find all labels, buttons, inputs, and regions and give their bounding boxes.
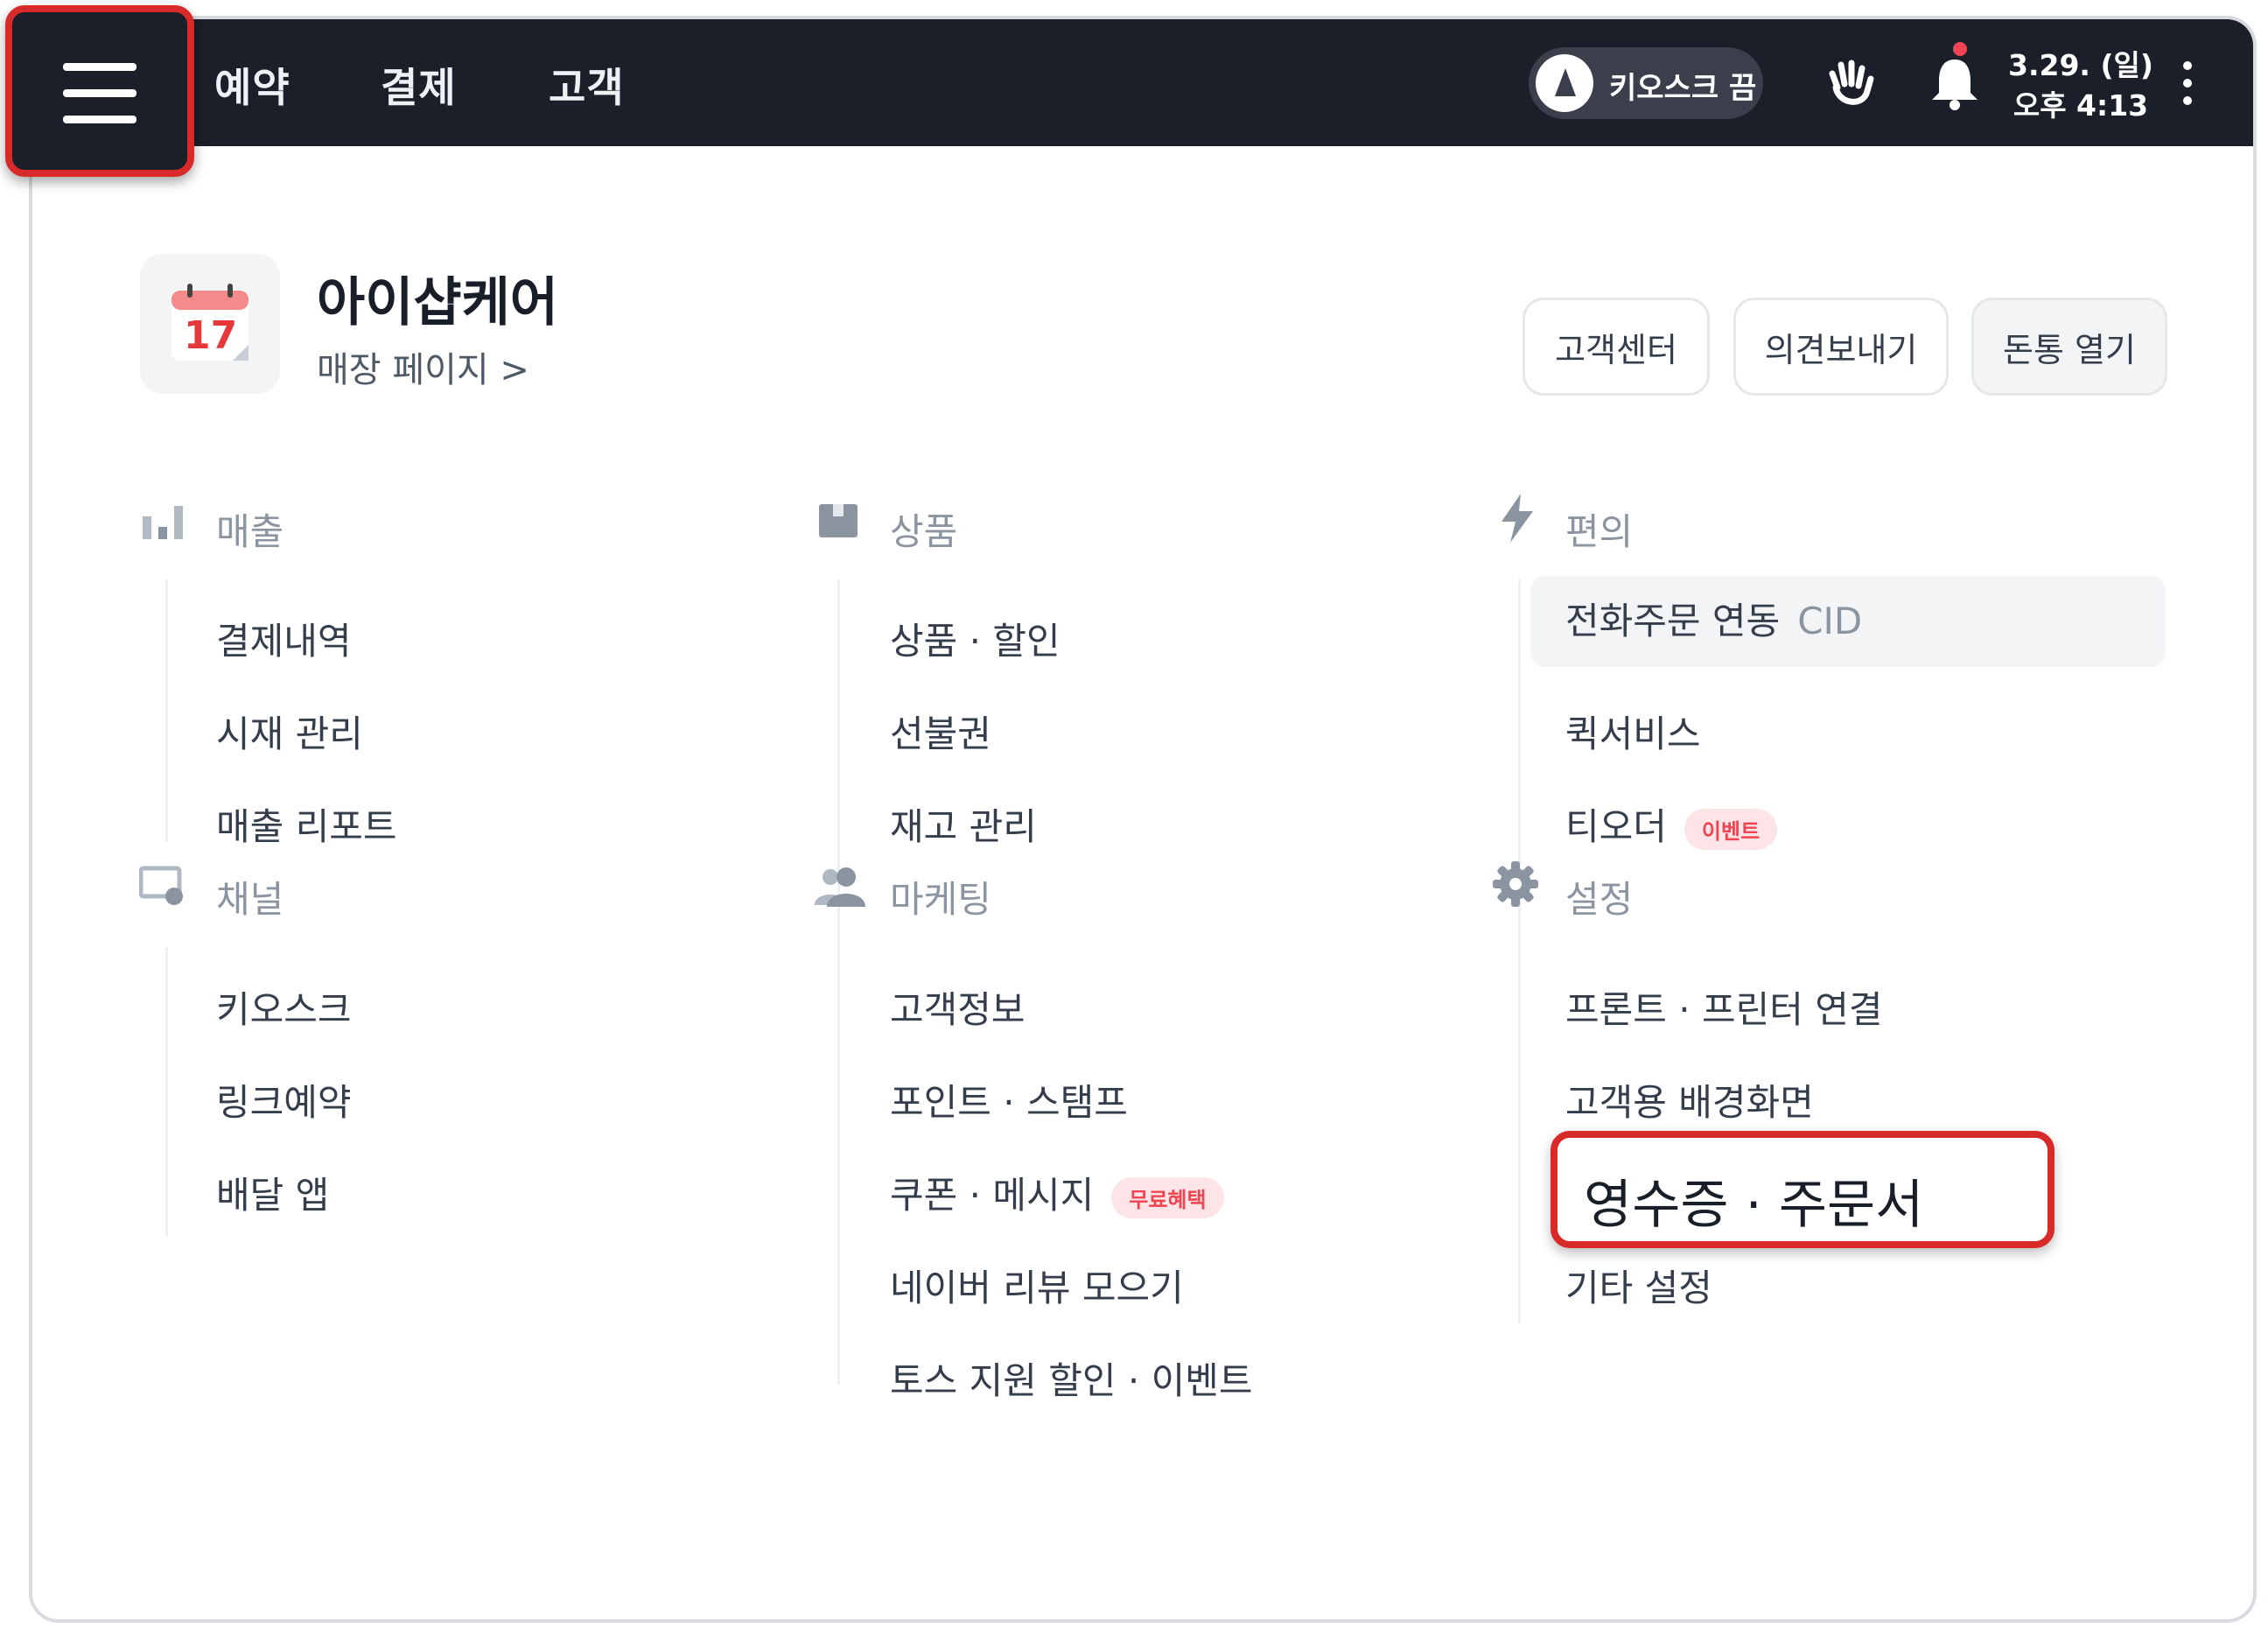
menu-item-inventory[interactable]: 재고 관리 bbox=[890, 797, 1037, 851]
menu-icon-bar bbox=[63, 116, 136, 123]
customer-center-button[interactable]: 고객센터 bbox=[1522, 298, 1710, 396]
menu-item-customer-info[interactable]: 고객정보 bbox=[890, 980, 1026, 1034]
monitor-touch-icon bbox=[139, 866, 183, 905]
kiosk-toggle-knob bbox=[1536, 54, 1593, 112]
hamburger-menu-button[interactable] bbox=[5, 5, 194, 177]
menu-item-quick-service[interactable]: 퀵서비스 bbox=[1565, 705, 1701, 758]
category-title-convenience: 편의 bbox=[1565, 510, 1634, 553]
menu-item-torder[interactable]: 티오더 이벤트 bbox=[1565, 797, 1778, 851]
open-cash-drawer-button[interactable]: 돈통 열기 bbox=[1971, 298, 2167, 396]
nav-tab-reservation[interactable]: 예약 bbox=[214, 56, 290, 114]
divider bbox=[165, 947, 168, 1236]
menu-item-delivery-app[interactable]: 배달 앱 bbox=[216, 1166, 329, 1219]
free-benefit-badge: 무료혜택 bbox=[1111, 1177, 1224, 1218]
store-calendar-icon[interactable]: 17 bbox=[140, 254, 280, 394]
menu-item-customer-wallpaper[interactable]: 고객용 배경화면 bbox=[1565, 1073, 1814, 1126]
nav-tab-payment[interactable]: 결제 bbox=[381, 56, 457, 114]
lightning-icon bbox=[1502, 494, 1533, 543]
menu-item-products-discount[interactable]: 상품 · 할인 bbox=[890, 612, 1060, 665]
menu-icon-bar bbox=[63, 89, 136, 97]
calendar-day: 17 bbox=[184, 313, 238, 358]
current-time: 오후 4:13 bbox=[2012, 88, 2149, 123]
divider bbox=[165, 579, 168, 842]
menu-item-points-stamps[interactable]: 포인트 · 스탬프 bbox=[890, 1073, 1128, 1126]
menu-item-label: 티오더 bbox=[1565, 805, 1667, 848]
current-date: 3.29. (일) bbox=[2008, 48, 2153, 82]
divider bbox=[1518, 579, 1521, 1323]
cid-tag: CID bbox=[1797, 600, 1863, 642]
store-name: 아이샵케어 bbox=[317, 272, 558, 333]
event-badge: 이벤트 bbox=[1684, 809, 1778, 850]
menu-item-cash-management[interactable]: 시재 관리 bbox=[216, 705, 363, 758]
menu-icon bbox=[63, 63, 136, 71]
kiosk-toggle-label: 키오스크 끔 bbox=[1609, 71, 1757, 106]
app-window: 예약 결제 고객 키오스크 끔 3.29. (일) 오후 4:13 17 아이샵… bbox=[29, 16, 2257, 1623]
menu-item-sales-report[interactable]: 매출 리포트 bbox=[216, 797, 397, 851]
kiosk-icon bbox=[1555, 68, 1576, 96]
menu-item-link-reservation[interactable]: 링크예약 bbox=[216, 1073, 352, 1126]
store-page-link[interactable]: 매장 페이지 > bbox=[317, 341, 529, 392]
menu-item-phone-order-integration[interactable]: 전화주문 연동 CID bbox=[1530, 576, 2166, 667]
notification-dot bbox=[1953, 42, 1967, 56]
menu-item-coupons-messages[interactable]: 쿠폰 · 메시지 무료혜택 bbox=[890, 1166, 1224, 1219]
menu-item-naver-reviews[interactable]: 네이버 리뷰 모으기 bbox=[890, 1259, 1184, 1312]
menu-item-label: 영수증 · 주문서 bbox=[1584, 1175, 1924, 1236]
menu-item-toss-discount-event[interactable]: 토스 지원 할인 · 이벤트 bbox=[890, 1351, 1253, 1405]
category-title-products: 상품 bbox=[890, 510, 958, 553]
send-feedback-button[interactable]: 의견보내기 bbox=[1733, 298, 1949, 396]
menu-item-payment-history[interactable]: 결제내역 bbox=[216, 612, 352, 665]
more-options-icon[interactable] bbox=[2183, 61, 2192, 114]
hand-wave-icon[interactable] bbox=[1820, 53, 1881, 114]
date-time: 3.29. (일) 오후 4:13 bbox=[2008, 46, 2153, 126]
category-title-marketing: 마케팅 bbox=[890, 878, 991, 921]
bell-icon[interactable] bbox=[1927, 54, 1983, 114]
category-title-sales: 매출 bbox=[216, 510, 284, 553]
top-navigation-bar: 예약 결제 고객 키오스크 끔 3.29. (일) 오후 4:13 bbox=[32, 19, 2253, 146]
menu-item-other-settings[interactable]: 기타 설정 bbox=[1565, 1259, 1712, 1312]
menu-item-prepaid-voucher[interactable]: 선불권 bbox=[890, 705, 991, 758]
divider bbox=[837, 579, 840, 1385]
nav-tab-customer[interactable]: 고객 bbox=[549, 56, 625, 114]
bar-chart-icon bbox=[143, 506, 183, 539]
menu-item-receipt-order-sheet[interactable]: 영수증 · 주문서 bbox=[1550, 1131, 2054, 1248]
box-icon bbox=[819, 504, 858, 537]
menu-item-front-printer-connection[interactable]: 프론트 · 프린터 연결 bbox=[1565, 980, 1883, 1034]
menu-item-label: 전화주문 연동 bbox=[1565, 600, 1781, 642]
users-icon bbox=[815, 867, 865, 907]
menu-item-kiosk[interactable]: 키오스크 bbox=[216, 980, 352, 1034]
category-title-channel: 채널 bbox=[216, 878, 284, 921]
kiosk-toggle[interactable]: 키오스크 끔 bbox=[1529, 47, 1763, 119]
menu-item-label: 쿠폰 · 메시지 bbox=[890, 1174, 1095, 1217]
category-title-settings: 설정 bbox=[1565, 878, 1634, 921]
gear-icon bbox=[1493, 861, 1538, 907]
